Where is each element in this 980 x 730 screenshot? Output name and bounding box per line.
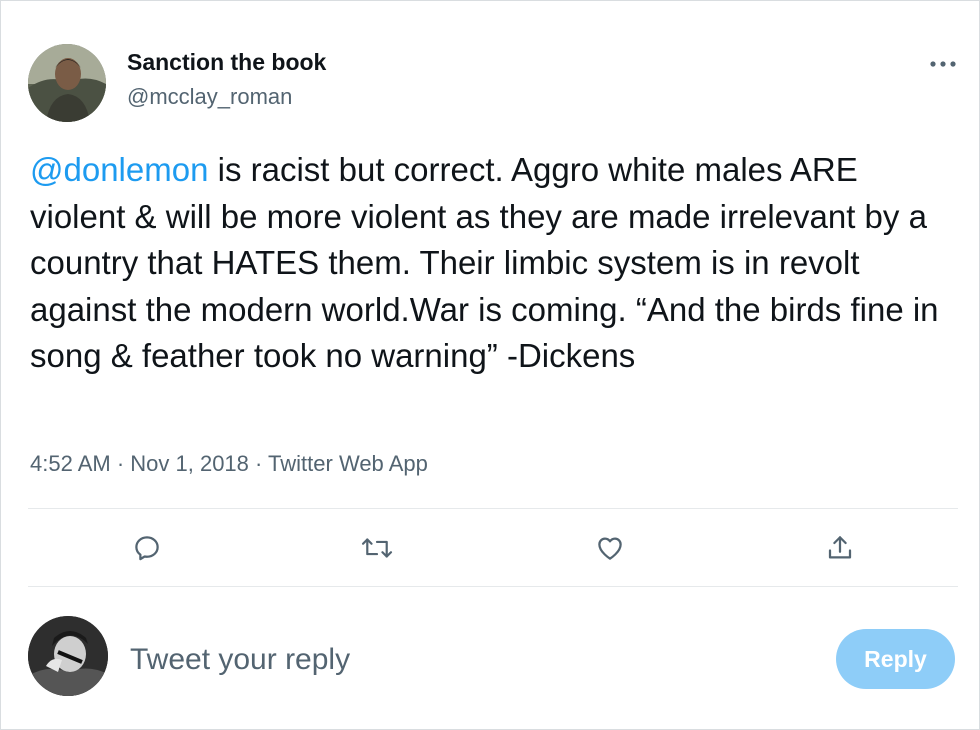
reply-action-button[interactable] bbox=[127, 530, 167, 566]
retweet-action-button[interactable] bbox=[357, 530, 397, 566]
share-icon bbox=[828, 536, 852, 559]
divider-bottom bbox=[28, 586, 958, 587]
tweet-text: @donlemon is racist but correct. Aggro w… bbox=[30, 147, 960, 380]
share-action-button[interactable] bbox=[820, 530, 860, 566]
author-avatar-photo bbox=[28, 44, 106, 122]
user-avatar-photo bbox=[28, 616, 108, 696]
reply-icon bbox=[135, 536, 159, 561]
user-avatar[interactable] bbox=[28, 616, 108, 696]
author-avatar[interactable] bbox=[28, 44, 106, 122]
mention-link[interactable]: @donlemon bbox=[30, 151, 208, 188]
more-horizontal-icon bbox=[930, 61, 956, 67]
author-handle[interactable]: @mcclay_roman bbox=[127, 84, 292, 110]
more-options-button[interactable] bbox=[922, 48, 964, 80]
retweet-icon bbox=[361, 538, 393, 558]
like-icon bbox=[598, 537, 622, 560]
tweet-timestamp[interactable]: 4:52 AM · Nov 1, 2018 · Twitter Web App bbox=[30, 451, 428, 477]
like-action-button[interactable] bbox=[590, 530, 630, 566]
divider-top bbox=[28, 508, 958, 509]
reply-input[interactable] bbox=[130, 636, 810, 684]
reply-submit-button[interactable]: Reply bbox=[836, 629, 955, 689]
author-display-name[interactable]: Sanction the book bbox=[127, 49, 326, 76]
